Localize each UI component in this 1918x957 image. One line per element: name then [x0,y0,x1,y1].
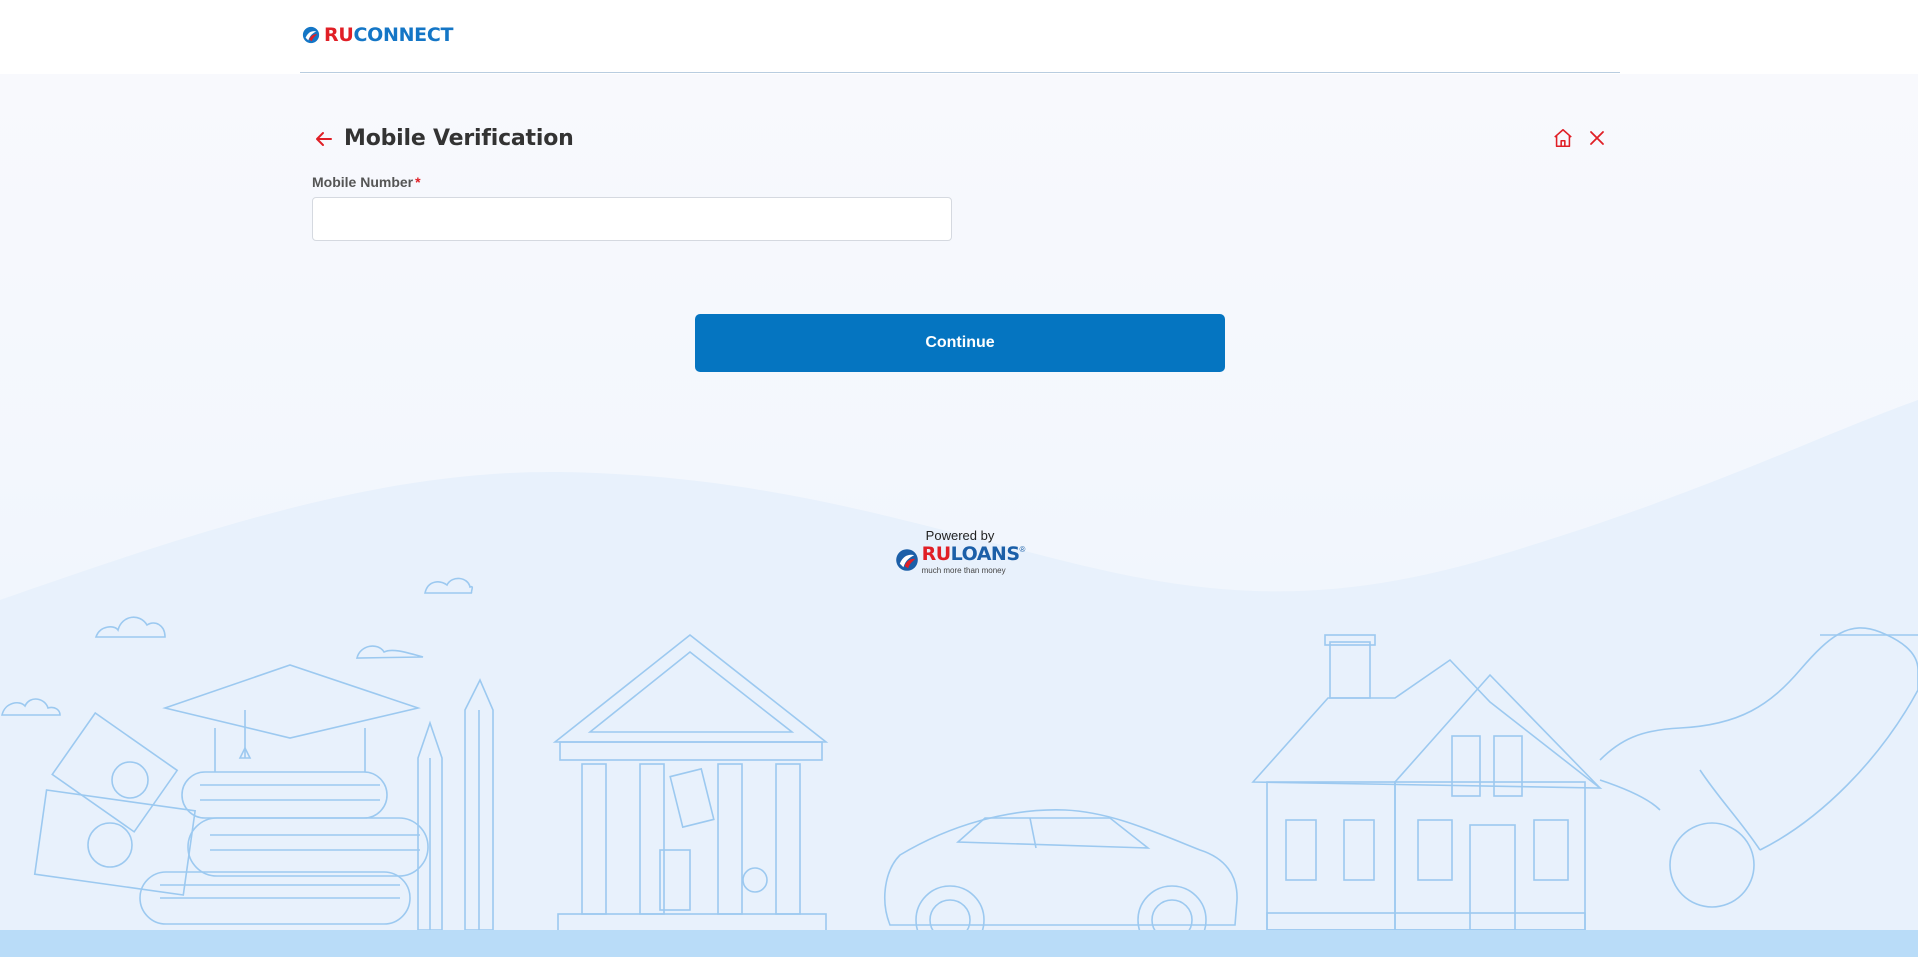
ruloans-tagline: much more than money [921,566,1006,575]
home-icon[interactable] [1552,127,1574,149]
page-header: Mobile Verification [312,124,1608,154]
mobile-number-input[interactable] [312,197,952,241]
page-title: Mobile Verification [344,126,574,151]
logo-connect-text: CONNECT [353,24,454,46]
ruloans-logo-mark-icon [895,549,918,571]
mobile-number-label-text: Mobile Number [312,174,414,190]
continue-button[interactable]: Continue [695,314,1225,372]
ruloans-ru-text: RU [921,543,952,565]
logo-ru-text: RU [324,24,354,46]
ruloans-loans-text: LOANS [950,543,1020,565]
close-icon[interactable] [1587,128,1607,148]
ruconnect-logo-mark-icon [302,26,320,44]
powered-by-section: Powered by RULOANS® much more than money [894,528,1026,575]
arrow-left-icon[interactable] [312,127,336,151]
registered-mark: ® [1019,545,1026,554]
ruconnect-logo[interactable]: RUCONNECT [302,24,453,46]
ground-strip [0,930,1918,957]
top-bar: RUCONNECT [0,0,1918,74]
required-asterisk: * [415,174,421,190]
powered-by-text: Powered by [925,528,995,543]
background-illustration [0,400,1918,957]
header-divider [300,72,1620,73]
mobile-number-label: Mobile Number * [312,174,421,190]
ruloans-logo: RULOANS® much more than money [894,545,1026,575]
